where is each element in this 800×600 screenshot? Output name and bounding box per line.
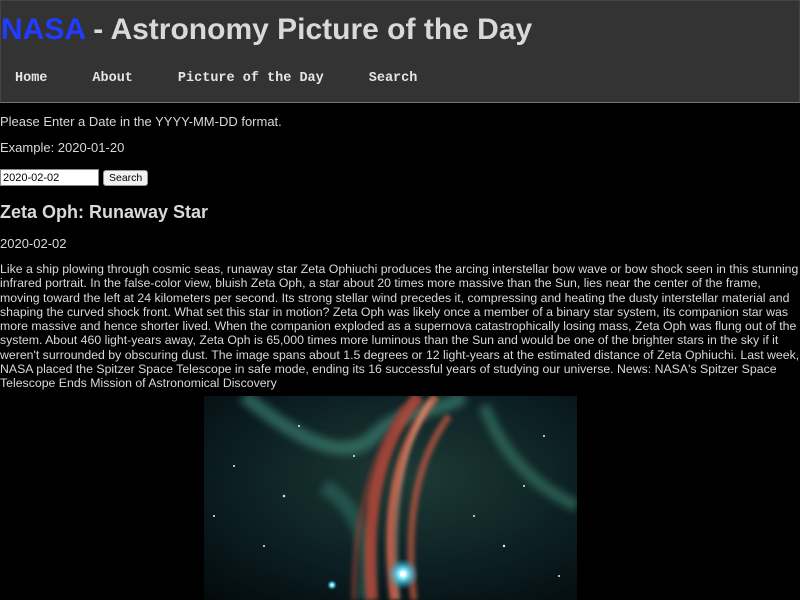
date-example: Example: 2020-01-20 (0, 140, 125, 155)
search-button[interactable]: Search (103, 169, 149, 186)
date-search-form: Search (0, 169, 149, 186)
apod-image-graphic (204, 396, 577, 600)
nav-picture-of-the-day[interactable]: Picture of the Day (178, 71, 324, 86)
site-title: NASA - Astronomy Picture of the Day (1, 13, 532, 47)
date-format-instructions: Please Enter a Date in the YYYY-MM-DD fo… (0, 114, 282, 129)
site-header: NASA - Astronomy Picture of the Day Home… (0, 0, 800, 103)
apod-image (204, 396, 577, 600)
nav-home[interactable]: Home (15, 71, 47, 86)
nav-about[interactable]: About (92, 71, 133, 86)
nav-search[interactable]: Search (369, 71, 418, 86)
nasa-brand-link[interactable]: NASA (1, 13, 85, 46)
apod-date: 2020-02-02 (0, 236, 67, 251)
main-nav: Home About Picture of the Day Search (15, 71, 417, 86)
date-input[interactable] (0, 169, 99, 186)
site-title-text: - Astronomy Picture of the Day (84, 13, 533, 46)
apod-title: Zeta Oph: Runaway Star (0, 202, 209, 222)
apod-explanation: Like a ship plowing through cosmic seas,… (0, 262, 800, 391)
